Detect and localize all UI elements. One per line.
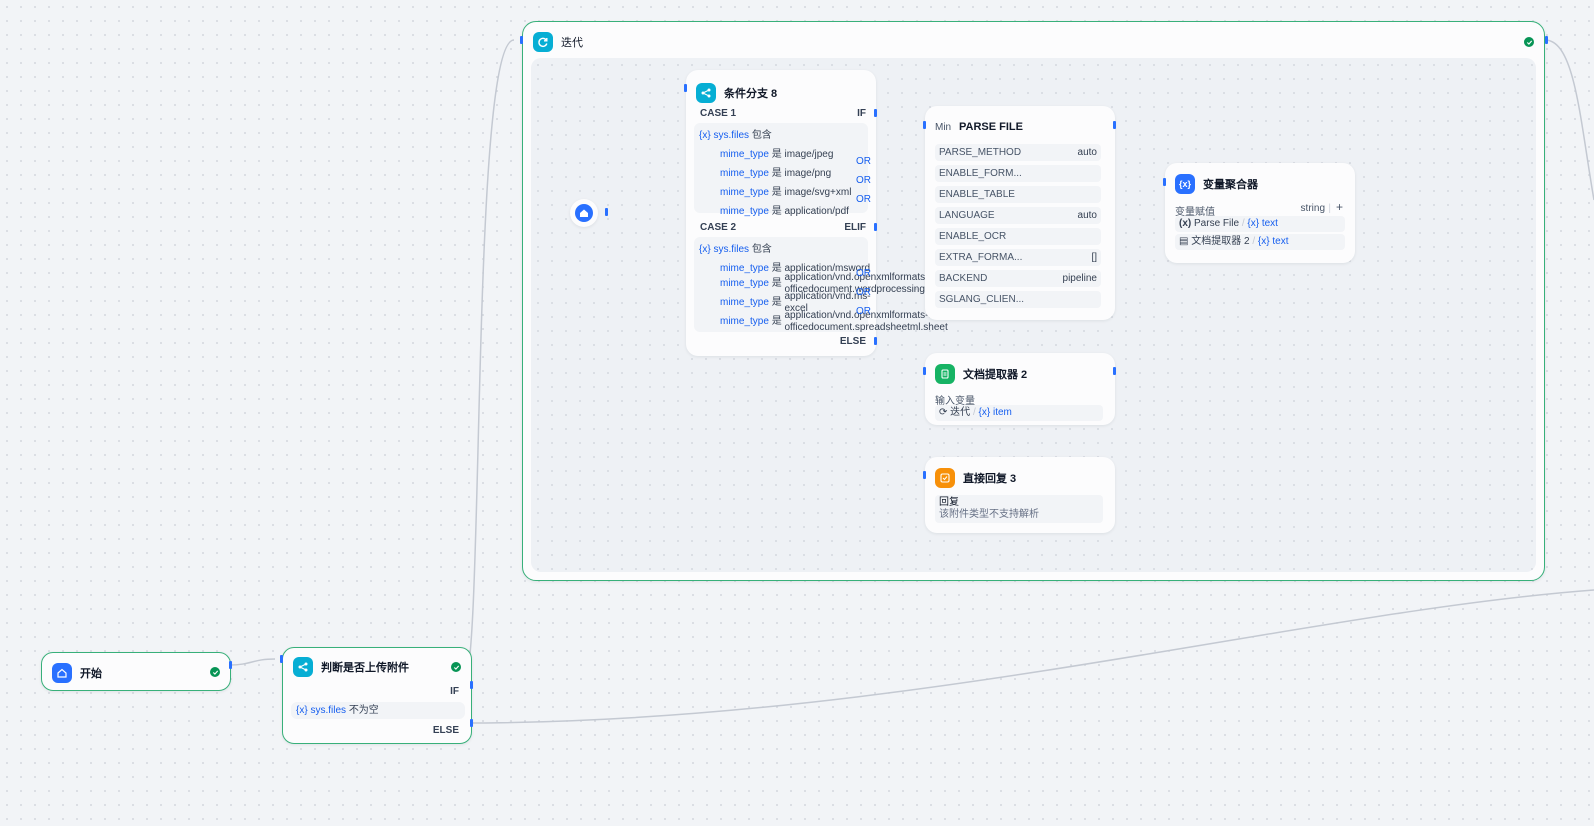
param-row: ENABLE_FORM... bbox=[935, 165, 1101, 182]
case2-var-row: {x} sys.files 包含 bbox=[699, 240, 772, 255]
reply-content: 回复 该附件类型不支持解析 bbox=[935, 495, 1103, 523]
param-row: PARSE_METHOD auto bbox=[935, 144, 1101, 161]
param-row: SGLANG_CLIEN... bbox=[935, 291, 1101, 308]
parse-prefix: Min bbox=[935, 121, 952, 133]
reply-label: 回复 bbox=[939, 497, 959, 508]
case1-or-3: OR bbox=[856, 194, 871, 205]
case1-row-2: mime_type 是 image/png bbox=[720, 168, 832, 179]
check-attachment-node[interactable]: 判断是否上传附件 IF {x} sys.files 不为空 ELSE bbox=[282, 647, 472, 744]
parse-file-title: PARSE FILE bbox=[959, 121, 1023, 133]
branch-elif-handle[interactable] bbox=[874, 223, 877, 231]
home-icon bbox=[52, 663, 72, 683]
aggregator-item: ▤ 文档提取器 2 / {x} text bbox=[1175, 234, 1345, 250]
doc-extractor-node[interactable]: 文档提取器 2 输入变量 ⟳ 迭代 / {x} item bbox=[925, 353, 1115, 425]
case1-var: sys.files bbox=[713, 130, 750, 141]
case1-port-label: IF bbox=[857, 108, 866, 119]
reply-text: 该附件类型不支持解析 bbox=[939, 509, 1039, 520]
reply-title: 直接回复 3 bbox=[963, 473, 1017, 485]
variable-icon: {x} bbox=[699, 244, 711, 255]
iteration-start-output-handle[interactable] bbox=[605, 208, 608, 216]
branch-else-handle[interactable] bbox=[874, 337, 877, 345]
check-if-handle[interactable] bbox=[470, 681, 473, 689]
branch-title: 条件分支 8 bbox=[724, 88, 778, 100]
case1-op: 包含 bbox=[751, 130, 772, 141]
parse-input-handle[interactable] bbox=[923, 121, 926, 129]
edge-check-else-out bbox=[462, 589, 1594, 724]
case1-label: CASE 1 bbox=[700, 108, 737, 119]
document-icon bbox=[935, 364, 955, 384]
reply-input-handle[interactable] bbox=[923, 471, 926, 479]
check-condition[interactable]: {x} sys.files 不为空 bbox=[291, 702, 465, 719]
branch-input-handle[interactable] bbox=[684, 84, 687, 92]
case2-op: 包含 bbox=[751, 244, 772, 255]
case1-conditions[interactable]: {x} sys.files 包含 mime_type 是 image/jpeg … bbox=[694, 123, 871, 217]
param-row: ENABLE_OCR bbox=[935, 228, 1101, 245]
variable-icon: {x} bbox=[699, 130, 711, 141]
case1-row-4: mime_type 是 application/pdf bbox=[720, 206, 849, 217]
reply-icon bbox=[935, 468, 955, 488]
branch-if-handle[interactable] bbox=[874, 109, 877, 117]
value-divider: | bbox=[1328, 203, 1331, 214]
variable-icon: (x) bbox=[1179, 218, 1192, 229]
case1-var-row: {x} sys.files 包含 bbox=[699, 126, 772, 141]
case2-row-4: mime_type 是 application/vnd.openxmlforma… bbox=[720, 310, 948, 333]
aggregator-input-handle[interactable] bbox=[1163, 178, 1166, 186]
if-port-label: IF bbox=[450, 686, 459, 697]
start-output-handle[interactable] bbox=[229, 661, 232, 669]
add-variable-button[interactable]: + bbox=[1336, 200, 1343, 214]
edge-start-to-check bbox=[228, 658, 276, 666]
param-row: EXTRA_FORMA...[] bbox=[935, 249, 1101, 266]
start-node[interactable]: 开始 bbox=[41, 652, 231, 691]
check-input-handle[interactable] bbox=[280, 655, 283, 663]
doc-extractor-input-handle[interactable] bbox=[923, 367, 926, 375]
case2-label: CASE 2 bbox=[700, 222, 737, 233]
variable-icon: {x} bbox=[1175, 174, 1195, 194]
parse-output-handle[interactable] bbox=[1113, 121, 1116, 129]
case2-var: sys.files bbox=[713, 244, 750, 255]
branch-icon bbox=[696, 83, 716, 103]
iteration-start-node[interactable] bbox=[570, 199, 598, 227]
input-var-pill: ⟳ 迭代 / {x} item bbox=[935, 405, 1103, 421]
aggregator-item: (x) Parse File / {x} text bbox=[1175, 216, 1345, 232]
variable-aggregator-node[interactable]: {x} 变量聚合器 变量赋值 string | + (x) Parse File… bbox=[1165, 163, 1355, 263]
else-port-label: ELSE bbox=[432, 725, 459, 736]
check-else-handle[interactable] bbox=[470, 719, 473, 727]
edge-check-if-to-iteration bbox=[462, 39, 515, 686]
variable-icon: {x} bbox=[296, 705, 308, 716]
case2-or-2: OR bbox=[856, 287, 871, 298]
case2-or-3: OR bbox=[856, 306, 871, 317]
aggregator-title: 变量聚合器 bbox=[1203, 179, 1258, 191]
param-row: LANGUAGE auto bbox=[935, 207, 1101, 224]
home-icon bbox=[575, 204, 593, 222]
case2-or-1: OR bbox=[856, 268, 871, 279]
doc-extractor-title: 文档提取器 2 bbox=[963, 369, 1028, 381]
iteration-output-handle[interactable] bbox=[1545, 36, 1548, 44]
param-row: BACKEND pipeline bbox=[935, 270, 1101, 287]
case1-row-1: mime_type 是 image/jpeg bbox=[720, 149, 834, 160]
iteration-input-handle[interactable] bbox=[520, 36, 523, 44]
reply-node[interactable]: 直接回复 3 回复 该附件类型不支持解析 bbox=[925, 457, 1115, 533]
branch-icon bbox=[293, 657, 313, 677]
start-title: 开始 bbox=[80, 668, 102, 680]
value-type: string bbox=[1300, 203, 1325, 214]
iteration-title: 迭代 bbox=[561, 37, 583, 49]
success-check-icon bbox=[1524, 37, 1534, 47]
branch-node[interactable]: 条件分支 8 CASE 1 IF {x} sys.files 包含 mime_t… bbox=[686, 70, 948, 356]
parse-file-node[interactable]: Min PARSE FILE PARSE_METHOD auto ENABLE_F… bbox=[925, 106, 1115, 320]
case2-port-label: ELIF bbox=[844, 222, 866, 233]
param-row: ENABLE_TABLE bbox=[935, 186, 1101, 203]
loop-icon bbox=[533, 32, 553, 52]
case1-or-1: OR bbox=[856, 156, 871, 167]
check-title: 判断是否上传附件 bbox=[321, 662, 409, 674]
case1-row-3: mime_type 是 image/svg+xml bbox=[720, 187, 852, 198]
document-icon: ▤ bbox=[1179, 236, 1189, 247]
else-port-label: ELSE bbox=[839, 336, 866, 347]
case2-conditions[interactable]: {x} sys.files 包含 mime_type 是 application… bbox=[694, 237, 948, 333]
case1-or-2: OR bbox=[856, 175, 871, 186]
success-check-icon bbox=[210, 667, 220, 677]
edge-iteration-out bbox=[1544, 39, 1594, 201]
success-check-icon bbox=[451, 662, 461, 672]
loop-icon: ⟳ bbox=[939, 407, 948, 418]
doc-extractor-output-handle[interactable] bbox=[1113, 367, 1116, 375]
